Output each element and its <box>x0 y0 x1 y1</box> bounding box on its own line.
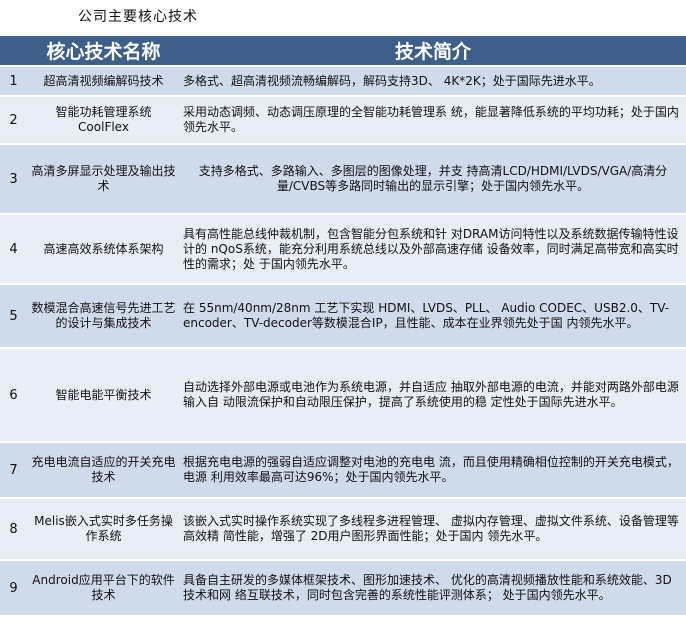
tech-name: Melis嵌入式实时多任务操作系统 <box>27 498 180 561</box>
row-num: 3 <box>0 144 27 215</box>
table-row: 8 Melis嵌入式实时多任务操作系统 该嵌入式实时操作系统实现了多线程多进程管… <box>0 498 686 561</box>
tech-name: 充电电流自适应的开关充电技术 <box>27 442 180 499</box>
core-tech-table: 核心技术名称 技术简介 1 超高清视频编解码技术 多格式、超高清视频流畅编解码，… <box>0 36 686 617</box>
table-row: 2 智能功耗管理系统 CoolFlex 采用动态调频、动态调压原理的全智能功耗管… <box>0 96 686 145</box>
table-header-row: 核心技术名称 技术简介 <box>0 36 686 67</box>
row-num: 4 <box>0 214 27 285</box>
header-num <box>0 36 27 67</box>
row-num: 8 <box>0 498 27 561</box>
table-row: 9 Android应用平台下的软件技术 具备自主研发的多媒体框架技术、图形加速技… <box>0 560 686 617</box>
table-row: 1 超高清视频编解码技术 多格式、超高清视频流畅编解码，解码支持3D、 4K*2… <box>0 66 686 97</box>
row-num: 7 <box>0 442 27 499</box>
tech-name: 超高清视频编解码技术 <box>27 66 180 97</box>
row-num: 1 <box>0 66 27 97</box>
table-row: 5 数模混合高速信号先进工艺的设计与集成技术 在 55nm/40nm/28nm … <box>0 284 686 349</box>
tech-desc: 具备自主研发的多媒体框架技术、图形加速技术、 优化的高清视频播放性能和系统效能、… <box>180 560 686 617</box>
tech-name: Android应用平台下的软件技术 <box>27 560 180 617</box>
tech-desc: 根据充电电源的强弱自适应调整对电池的充电电 流，而且使用精确相位控制的开关充电模… <box>180 442 686 499</box>
tech-name: 高清多屏显示处理及输出技术 <box>27 144 180 215</box>
row-num: 2 <box>0 96 27 145</box>
header-name: 核心技术名称 <box>27 36 180 67</box>
tech-name: 数模混合高速信号先进工艺的设计与集成技术 <box>27 284 180 349</box>
tech-name: 智能功耗管理系统 CoolFlex <box>27 96 180 145</box>
tech-desc: 该嵌入式实时操作系统实现了多线程多进程管理、 虚拟内存管理、虚拟文件系统、设备管… <box>180 498 686 561</box>
tech-desc: 具有高性能总线仲裁机制，包含智能分包系统和针 对DRAM访问特性以及系统数据传输… <box>180 214 686 285</box>
table-row: 7 充电电流自适应的开关充电技术 根据充电电源的强弱自适应调整对电池的充电电 流… <box>0 442 686 499</box>
table-row: 3 高清多屏显示处理及输出技术 支持多格式、多路输入、多图层的图像处理，并支 持… <box>0 144 686 215</box>
tech-desc: 在 55nm/40nm/28nm 工艺下实现 HDMI、LVDS、PLL、 Au… <box>180 284 686 349</box>
row-num: 5 <box>0 284 27 349</box>
tech-desc: 自动选择外部电源或电池作为系统电源，并自适应 抽取外部电源的电流，并能对两路外部… <box>180 348 686 443</box>
tech-desc: 支持多格式、多路输入、多图层的图像处理，并支 持高清LCD/HDMI/LVDS/… <box>180 144 686 215</box>
tech-name: 高速高效系统体系架构 <box>27 214 180 285</box>
row-num: 6 <box>0 348 27 443</box>
tech-desc: 多格式、超高清视频流畅编解码，解码支持3D、 4K*2K；处于国际先进水平。 <box>180 66 686 97</box>
table-row: 4 高速高效系统体系架构 具有高性能总线仲裁机制，包含智能分包系统和针 对DRA… <box>0 214 686 285</box>
table-row: 6 智能电能平衡技术 自动选择外部电源或电池作为系统电源，并自适应 抽取外部电源… <box>0 348 686 443</box>
tech-desc: 采用动态调频、动态调压原理的全智能功耗管理系 统，能显著降低系统的平均功耗；处于… <box>180 96 686 145</box>
tech-name: 智能电能平衡技术 <box>27 348 180 443</box>
header-desc: 技术简介 <box>180 36 686 67</box>
row-num: 9 <box>0 560 27 617</box>
page-title: 公司主要核心技术 <box>78 9 198 25</box>
